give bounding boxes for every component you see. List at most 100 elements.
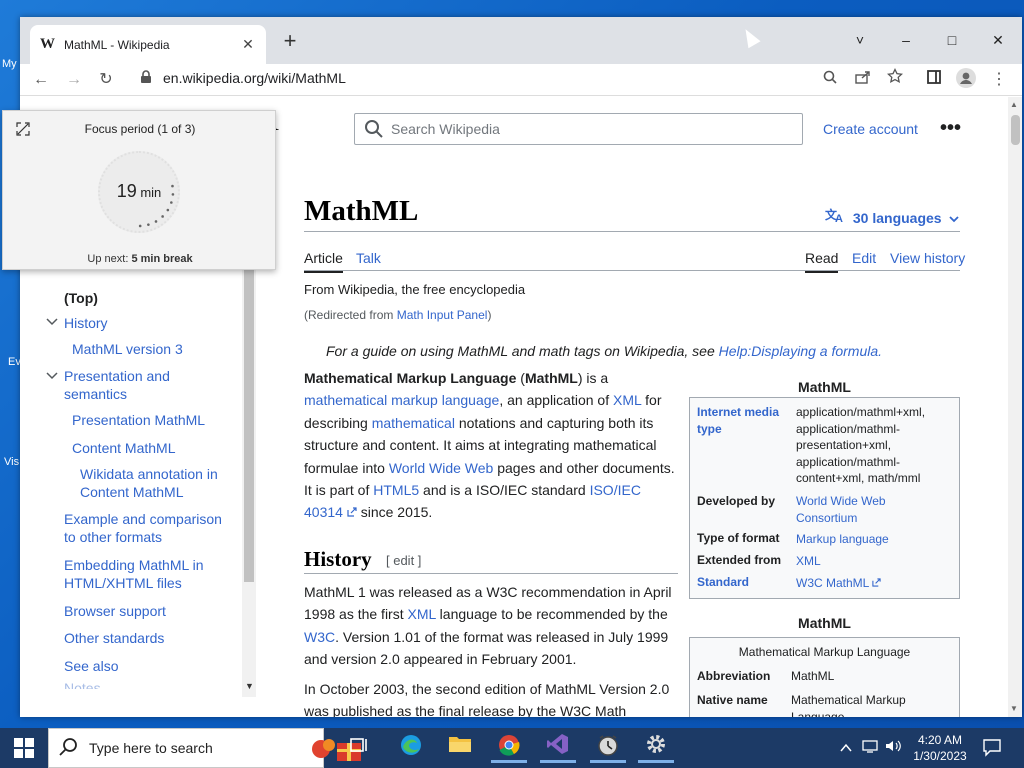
hist-link[interactable]: XML	[408, 606, 436, 622]
tab-talk[interactable]: Talk	[356, 250, 381, 266]
close-window-button[interactable]: ✕	[983, 25, 1013, 55]
chevron-down-icon[interactable]	[46, 317, 58, 329]
toc-item-embedding[interactable]: Embedding MathML in HTML/XHTML files	[64, 556, 236, 592]
more-options-icon[interactable]: •••	[940, 117, 961, 140]
redirect-note: (Redirected from Math Input Panel)	[304, 308, 491, 322]
progress-dot	[161, 215, 164, 218]
search-input[interactable]: Search Wikipedia	[354, 113, 803, 145]
toc-item-example-comparison[interactable]: Example and comparison to other formats	[64, 510, 236, 546]
taskbar-search-input[interactable]: Type here to search	[48, 728, 361, 768]
toc-item-other-standards[interactable]: Other standards	[64, 629, 234, 647]
volume-icon[interactable]	[885, 740, 902, 756]
heading-divider	[304, 573, 678, 574]
side-panel-icon[interactable]	[922, 68, 946, 92]
clock-app-icon[interactable]	[590, 733, 626, 763]
search-icon[interactable]	[818, 68, 842, 92]
network-icon[interactable]	[861, 740, 878, 756]
taskbar-clock[interactable]: 4:20 AM 1/30/2023	[908, 732, 972, 764]
external-link-icon	[343, 504, 357, 520]
desktop-icon-label[interactable]: Ev	[8, 356, 21, 368]
scroll-down-arrow-icon[interactable]: ▼	[1010, 704, 1018, 713]
settings-gear-icon[interactable]	[638, 733, 674, 763]
toc-item-browser-support[interactable]: Browser support	[64, 602, 234, 620]
toc-item-presentation-semantics[interactable]: Presentation and semantics	[64, 367, 234, 403]
chevron-down-icon	[949, 210, 960, 226]
scroll-up-arrow-icon[interactable]: ▲	[1010, 100, 1018, 109]
tab-view-history[interactable]: View history	[890, 250, 965, 266]
lead-link[interactable]: XML	[613, 392, 641, 408]
tab-close-icon[interactable]: ✕	[240, 36, 256, 53]
back-button[interactable]: ←	[29, 68, 53, 92]
toc-item-wikidata-annotation[interactable]: Wikidata annotation in Content MathML	[80, 465, 240, 501]
infobox-value-link[interactable]: W3C MathML	[796, 575, 956, 592]
bookmark-star-icon[interactable]	[883, 67, 907, 92]
desktop-icon-label[interactable]: My	[2, 58, 17, 70]
tab-edit[interactable]: Edit	[852, 250, 876, 266]
translate-icon: 文A	[825, 207, 849, 226]
infobox-label: Native name	[697, 693, 768, 707]
infobox-label-link[interactable]: Internet media type	[697, 404, 787, 437]
infobox-value-link[interactable]: XML	[796, 553, 956, 570]
toc-item-mathml-version-3[interactable]: MathML version 3	[72, 340, 242, 358]
forward-button[interactable]: →	[62, 68, 86, 92]
infobox-value: MathML	[791, 669, 835, 683]
focus-minutes: 19	[116, 181, 137, 201]
toc-item-content-mathml[interactable]: Content MathML	[72, 439, 242, 457]
address-bar[interactable]: en.wikipedia.org/wiki/MathML	[163, 70, 346, 86]
windows-start-icon[interactable]	[14, 738, 34, 758]
infobox-label: Extended from	[697, 553, 782, 567]
lock-icon[interactable]	[140, 70, 152, 87]
hatnote-link[interactable]: Help:Displaying a formula.	[719, 343, 882, 359]
desktop-icon-label[interactable]: Vis	[4, 456, 19, 468]
taskbar: Type here to search 4:20 AM 1/30/2023	[0, 728, 1024, 768]
toc-item-notes[interactable]: Notes	[64, 679, 234, 689]
reload-button[interactable]: ↻	[94, 68, 118, 92]
visual-studio-icon[interactable]	[540, 733, 576, 763]
hist-link[interactable]: W3C	[304, 629, 335, 645]
infobox-value-link[interactable]: World Wide Web Consortium	[796, 493, 916, 526]
toc-scroll-thumb[interactable]	[244, 267, 254, 582]
tab-mathml[interactable]: W MathML - Wikipedia ✕	[30, 25, 266, 64]
focus-session-widget: Focus period (1 of 3) 19 min Up next: 5 …	[2, 110, 276, 270]
notification-icon[interactable]	[982, 737, 1002, 762]
profile-avatar[interactable]	[954, 68, 978, 92]
page-scroll-thumb[interactable]	[1011, 115, 1020, 145]
toc-item-top[interactable]: (Top)	[64, 289, 98, 307]
task-view-icon[interactable]	[341, 733, 377, 763]
focus-timer: 19 min	[98, 181, 180, 202]
infobox-label-link[interactable]: Standard	[697, 574, 792, 591]
toc-item-presentation-mathml[interactable]: Presentation MathML	[72, 411, 242, 429]
up-next-value: 5 min break	[131, 253, 193, 265]
lead-link[interactable]: World Wide Web	[389, 460, 494, 476]
page-scrollbar[interactable]: ▲ ▼	[1008, 97, 1022, 717]
toc-item-see-also[interactable]: See also	[64, 657, 234, 675]
redirect-link[interactable]: Math Input Panel	[397, 308, 488, 322]
file-explorer-icon[interactable]	[442, 733, 478, 763]
infobox-label: Type of format	[697, 531, 780, 545]
lead-link[interactable]: mathematical markup language	[304, 392, 499, 408]
redirect-suffix: )	[487, 308, 492, 322]
tab-search-button[interactable]: ˅	[845, 25, 875, 55]
maximize-button[interactable]: □	[937, 25, 967, 55]
chevron-up-icon[interactable]	[840, 741, 852, 756]
scroll-down-arrow-icon[interactable]: ▼	[245, 681, 254, 691]
standard-link-text: W3C MathML	[796, 576, 869, 590]
tagline: From Wikipedia, the free encyclopedia	[304, 282, 526, 297]
lead-link[interactable]: mathematical	[372, 415, 455, 431]
minimize-button[interactable]: –	[891, 25, 921, 55]
lead-link[interactable]: HTML5	[373, 482, 419, 498]
share-icon[interactable]	[851, 68, 875, 92]
lead-text: and is a ISO/IEC standard	[419, 482, 590, 499]
history-edit-link[interactable]: [ edit ]	[386, 553, 421, 568]
infobox-value-link[interactable]: Markup language	[796, 531, 956, 548]
toc-scrollbar[interactable]: ▼	[242, 267, 256, 697]
new-tab-button[interactable]: +	[278, 30, 302, 54]
chevron-down-icon[interactable]	[46, 371, 58, 383]
toc-item-history[interactable]: History	[64, 314, 234, 332]
languages-button[interactable]: 文A 30 languages	[825, 207, 960, 226]
create-account-link[interactable]: Create account	[823, 121, 918, 137]
chrome-icon[interactable]	[491, 733, 527, 763]
browser-menu-button[interactable]: ⋮	[987, 68, 1011, 92]
progress-dot	[147, 223, 150, 226]
edge-icon[interactable]	[393, 733, 429, 763]
